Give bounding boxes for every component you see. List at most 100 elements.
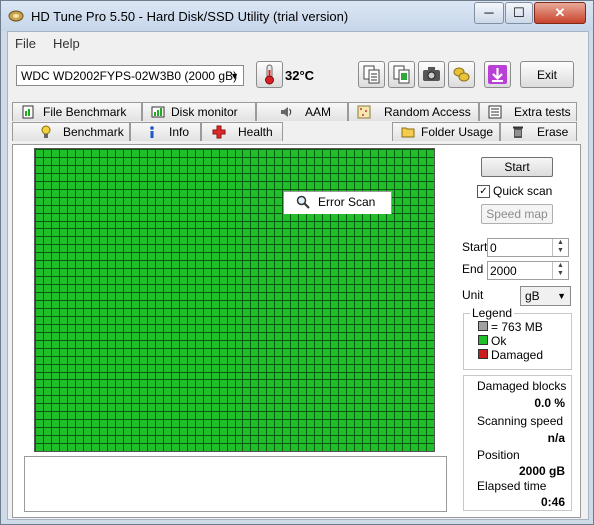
tab-extra-tests[interactable]: Extra tests: [479, 102, 577, 121]
start-input[interactable]: 0 ▲ ▼: [487, 238, 569, 257]
copy-text-button[interactable]: [358, 61, 385, 88]
tab-label: Health: [238, 125, 273, 139]
scan-stats-box: Damaged blocks 0.0 % Scanning speed n/a …: [463, 375, 572, 511]
tab-label: Extra tests: [514, 105, 571, 119]
unit-select[interactable]: gB ▼: [520, 286, 571, 306]
spin-arrows-icon[interactable]: ▲ ▼: [552, 239, 568, 256]
spin-arrows-icon[interactable]: ▲ ▼: [552, 262, 568, 279]
drive-select[interactable]: WDC WD2002FYPS-02W3B0 (2000 gB) ▼: [16, 65, 244, 86]
tab-disk-monitor[interactable]: Disk monitor: [142, 102, 256, 121]
speaker-icon: [279, 105, 293, 119]
quick-scan-label: Quick scan: [493, 184, 553, 198]
tab-label: AAM: [305, 105, 332, 119]
unit-label: Unit: [462, 288, 484, 302]
menu-help[interactable]: Help: [53, 36, 80, 51]
elapsed-time-label: Elapsed time: [477, 479, 547, 493]
scanning-speed-label: Scanning speed: [477, 414, 564, 428]
copy-image-icon: [393, 65, 410, 84]
tab-random-access[interactable]: Random Access: [348, 102, 479, 121]
tab-folder-usage[interactable]: Folder Usage: [392, 122, 500, 141]
damaged-blocks-value: 0.0 %: [534, 396, 565, 410]
thermometer-icon: [265, 64, 274, 85]
scanning-speed-value: n/a: [547, 431, 565, 445]
end-input-value: 2000: [490, 264, 517, 278]
legend-item-damaged: Damaged: [478, 348, 543, 362]
swatch-icon: [478, 335, 488, 345]
health-cross-icon: [212, 125, 226, 139]
legend-label: Ok: [491, 334, 507, 348]
chevron-down-icon: ▼: [230, 71, 239, 81]
screenshot-button[interactable]: [418, 61, 445, 88]
copy-image-button[interactable]: [388, 61, 415, 88]
exit-button[interactable]: Exit: [520, 61, 574, 88]
elapsed-time-value: 0:46: [540, 495, 565, 509]
tab-label: Error Scan: [318, 195, 376, 209]
menu-file[interactable]: File: [15, 36, 36, 51]
copy-text-icon: [363, 65, 380, 84]
toolbar: WDC WD2002FYPS-02W3B0 (2000 gB) ▼ 32°C E…: [8, 55, 588, 99]
speed-map-button[interactable]: Speed map: [481, 204, 553, 224]
tab-label: Benchmark: [63, 125, 124, 139]
tab-label: Disk monitor: [171, 105, 238, 119]
tab-benchmark[interactable]: Benchmark: [12, 122, 130, 141]
menu-bar: File Help: [8, 32, 588, 54]
title-bar[interactable]: HD Tune Pro 5.50 - Hard Disk/SSD Utility…: [1, 1, 593, 31]
benchmark-icon: [39, 125, 53, 139]
start-field-label: Start: [462, 240, 488, 254]
camera-icon: [423, 67, 440, 81]
extra-tests-icon: [488, 105, 502, 119]
disk-monitor-icon: [151, 105, 165, 119]
app-logo-icon: [8, 10, 24, 22]
coins-button[interactable]: [448, 61, 475, 88]
maximize-button[interactable]: ☐: [505, 2, 533, 24]
legend-item-ok: Ok: [478, 334, 506, 348]
swatch-icon: [478, 349, 488, 359]
minimize-button[interactable]: ─: [474, 2, 504, 24]
start-input-value: 0: [490, 241, 497, 255]
file-benchmark-icon: [21, 105, 35, 119]
tab-error-scan[interactable]: Error Scan: [283, 191, 392, 214]
tab-label: Folder Usage: [421, 125, 494, 139]
legend-title: Legend: [470, 306, 515, 320]
trash-icon: [511, 125, 525, 139]
legend-item-block-size: = 763 MB: [478, 320, 543, 334]
tab-info[interactable]: Info: [130, 122, 201, 141]
drive-select-value: WDC WD2002FYPS-02W3B0 (2000 gB): [21, 69, 238, 83]
chevron-down-icon: ▼: [557, 291, 566, 301]
position-value: 2000 gB: [518, 464, 565, 478]
end-field-label: End: [462, 262, 484, 276]
position-label: Position: [477, 448, 520, 462]
legend-label: Damaged: [491, 348, 544, 362]
swatch-icon: [478, 321, 488, 331]
tab-bar: File Benchmark Disk monitor AAM Random A…: [8, 101, 588, 214]
tab-label: File Benchmark: [43, 105, 127, 119]
window-title: HD Tune Pro 5.50 - Hard Disk/SSD Utility…: [31, 9, 349, 24]
tab-file-benchmark[interactable]: File Benchmark: [12, 102, 142, 121]
tab-label: Erase: [537, 125, 569, 139]
damaged-blocks-label: Damaged blocks: [477, 379, 567, 393]
temperature-value: 32°C: [285, 68, 315, 83]
unit-select-value: gB: [525, 289, 540, 303]
magnifier-icon: [296, 195, 310, 209]
download-arrow-icon: [488, 65, 507, 84]
temperature-button[interactable]: [256, 61, 283, 88]
random-access-icon: [357, 105, 371, 119]
client-area: File Help WDC WD2002FYPS-02W3B0 (2000 gB…: [7, 31, 589, 520]
tab-label: Info: [169, 125, 190, 139]
info-icon: [145, 125, 159, 139]
tab-label: Random Access: [384, 105, 471, 119]
folder-icon: [401, 125, 415, 139]
close-button[interactable]: ✕: [534, 2, 586, 24]
legend-box: Legend = 763 MB Ok Damaged: [463, 306, 572, 370]
tab-erase[interactable]: Erase: [500, 122, 577, 141]
tab-health[interactable]: Health: [201, 122, 283, 141]
scan-log-box: [24, 456, 447, 512]
start-button[interactable]: Start: [481, 157, 553, 177]
coins-icon: [453, 67, 470, 82]
quick-scan-checkbox[interactable]: ✓: [477, 185, 490, 198]
tab-aam[interactable]: AAM: [256, 102, 348, 121]
app-window: HD Tune Pro 5.50 - Hard Disk/SSD Utility…: [0, 0, 594, 525]
legend-label: = 763 MB: [491, 320, 543, 334]
end-input[interactable]: 2000 ▲ ▼: [487, 261, 569, 280]
download-button[interactable]: [484, 61, 511, 88]
